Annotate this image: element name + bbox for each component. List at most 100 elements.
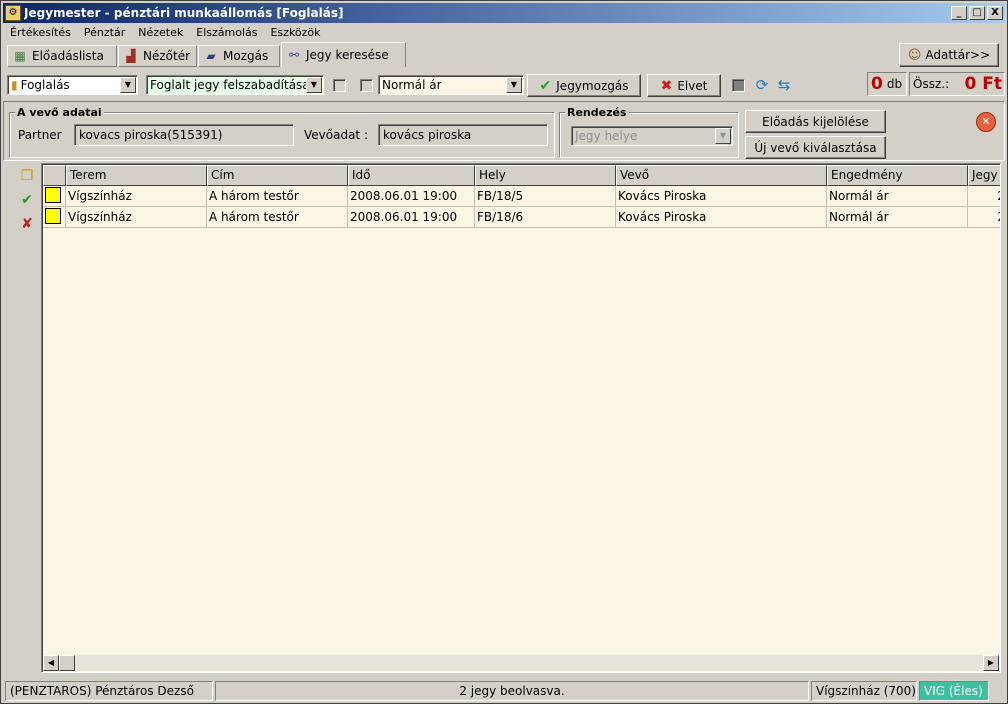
toolbar: ▮ Foglalás ▼ Foglalt jegy felszabadítása…: [3, 71, 1005, 99]
checkbox-1[interactable]: [333, 79, 346, 92]
tab-eloadaslista[interactable]: ▦ Előadáslista: [7, 45, 117, 67]
column-header-terem[interactable]: Terem: [66, 165, 207, 186]
tab-mozgas[interactable]: ▰ Mozgás: [198, 45, 280, 67]
menu-bar: Értékesítés Pénztár Nézetek Elszámolás E…: [3, 23, 1005, 41]
cell-jegy: 2: [968, 186, 1000, 207]
refresh-icon[interactable]: ⟳: [753, 76, 771, 94]
sort-select[interactable]: Jegy helye ▼: [571, 126, 733, 146]
partner-label: Partner: [18, 128, 62, 142]
close-panel-icon[interactable]: ✕: [976, 112, 996, 132]
stop-icon[interactable]: [732, 79, 745, 92]
maximize-button[interactable]: □: [969, 6, 985, 20]
status-venue: Vígszínház (700): [811, 681, 917, 701]
tab-label: Mozgás: [223, 49, 269, 63]
cell-vevo: Kovács Piroska: [616, 207, 827, 228]
main-window: ⚙ Jegymester - pénztári munkaállomás [Fo…: [0, 0, 1008, 704]
action-select[interactable]: Foglalt jegy felszabadítása ▼: [146, 75, 324, 95]
mode-value: Foglalás: [20, 78, 70, 92]
ticket-count: 0 db: [867, 72, 907, 96]
status-env: VIG (Éles): [919, 681, 989, 701]
folder-icon: ▮: [11, 78, 18, 92]
tab-label: Nézőtér: [143, 49, 191, 63]
mode-select[interactable]: ▮ Foglalás ▼: [7, 75, 138, 95]
chevron-down-icon[interactable]: ▼: [715, 128, 731, 144]
menu-ertekesites[interactable]: Értékesítés: [3, 26, 77, 39]
tab-label: Előadáslista: [32, 49, 104, 63]
select-performance-button[interactable]: Előadás kijelölése: [745, 110, 886, 133]
cell-terem: Vígszínház: [66, 186, 207, 207]
column-header-ido[interactable]: Idő: [348, 165, 475, 186]
status-bar: (PENZTAROS) Pénztáros Dezső 2 jegy beolv…: [3, 680, 1005, 702]
scroll-right-icon[interactable]: ▶: [983, 655, 999, 671]
binoculars-icon: ⚯: [288, 48, 300, 62]
transfer-icon[interactable]: ⇆: [775, 76, 793, 94]
list-icon: ▦: [14, 49, 26, 63]
partner-field[interactable]: kovacs piroska(515391): [74, 124, 294, 146]
scroll-thumb[interactable]: [59, 655, 75, 671]
cell-vevo: Kovács Piroska: [616, 186, 827, 207]
buyer-label: Vevőadat :: [304, 128, 368, 142]
cell-engedmeny: Normál ár: [827, 207, 968, 228]
minimize-button[interactable]: _: [951, 6, 967, 20]
column-header-hely[interactable]: Hely: [475, 165, 616, 186]
elvet-label: Elvet: [677, 78, 708, 93]
tab-label: Jegy keresése: [306, 48, 389, 62]
price-value: Normál ár: [382, 78, 442, 92]
tab-strip: ▦ Előadáslista ▟ Nézőtér ▰ Mozgás ⚯ Jegy…: [3, 41, 1005, 69]
count-unit: db: [886, 77, 903, 91]
status-message: 2 jegy beolvasva.: [215, 681, 809, 701]
sort-value: Jegy helye: [575, 129, 638, 143]
select-new-buyer-button[interactable]: Új vevő kiválasztása: [745, 136, 886, 159]
checkmark-icon: ✔: [539, 77, 552, 94]
menu-eszkozok[interactable]: Eszközök: [263, 26, 326, 39]
cell-hely: FB/18/5: [475, 186, 616, 207]
sort-group-label: Rendezés: [565, 106, 629, 119]
menu-elszamolas[interactable]: Elszámolás: [189, 26, 263, 39]
cell-engedmeny: Normál ár: [827, 186, 968, 207]
tab-nezoter[interactable]: ▟ Nézőtér: [118, 45, 197, 67]
chevron-down-icon[interactable]: ▼: [506, 77, 522, 93]
adattar-label: Adattár>>: [925, 48, 991, 62]
chevron-down-icon[interactable]: ▼: [306, 77, 322, 93]
cell-ido: 2008.06.01 19:00: [348, 186, 475, 207]
cell-cim: A három testőr: [207, 186, 348, 207]
elvet-button[interactable]: ✖ Elvet: [647, 74, 721, 97]
customer-group-label: A vevő adatai: [15, 106, 104, 119]
column-header-vevo[interactable]: Vevő: [616, 165, 827, 186]
cell-ido: 2008.06.01 19:00: [348, 207, 475, 228]
title-bar: ⚙ Jegymester - pénztári munkaállomás [Fo…: [3, 3, 1005, 23]
ticket-table: Terem Cím Idő Hely Vevő Engedmény Jegy V…: [41, 163, 1001, 673]
row-indicator: [43, 207, 66, 228]
column-header-jegy[interactable]: Jegy: [968, 165, 1000, 186]
jegymozgas-label: Jegymozgás: [556, 78, 629, 93]
sum-value: 0 Ft: [964, 74, 1003, 94]
tab-jegy-keresese[interactable]: ⚯ Jegy keresése: [281, 42, 406, 67]
row-marker: [45, 208, 61, 224]
cell-cim: A három testőr: [207, 207, 348, 228]
horizontal-scrollbar[interactable]: ◀ ▶: [43, 655, 999, 671]
menu-nezetek[interactable]: Nézetek: [131, 26, 189, 39]
chevron-down-icon[interactable]: ▼: [120, 77, 136, 93]
copy-icon[interactable]: ❐: [18, 167, 36, 185]
cell-jegy: 2: [968, 207, 1000, 228]
column-header-cim[interactable]: Cím: [207, 165, 348, 186]
x-icon: ✖: [660, 77, 673, 94]
scroll-left-icon[interactable]: ◀: [43, 655, 59, 671]
column-header-engedmeny[interactable]: Engedmény: [827, 165, 968, 186]
checkbox-2[interactable]: [360, 79, 373, 92]
cell-hely: FB/18/6: [475, 207, 616, 228]
seat-icon: ▟: [126, 49, 136, 63]
row-marker: [45, 187, 61, 203]
adattar-button[interactable]: ☺ Adattár>>: [899, 43, 999, 67]
jegymozgas-button[interactable]: ✔ Jegymozgás: [527, 74, 641, 97]
cell-terem: Vígszínház: [66, 207, 207, 228]
buyer-field[interactable]: kovács piroska: [378, 124, 548, 146]
row-indicator: [43, 186, 66, 207]
person-icon: ☺: [907, 47, 922, 63]
cross-icon[interactable]: ✘: [18, 215, 36, 233]
filter-panel: A vevő adatai Partner kovacs piroska(515…: [3, 101, 1005, 161]
close-button[interactable]: X: [987, 6, 1003, 20]
price-select[interactable]: Normál ár ▼: [378, 75, 524, 95]
checkmark-icon[interactable]: ✔: [18, 191, 36, 209]
menu-penztar[interactable]: Pénztár: [77, 26, 131, 39]
